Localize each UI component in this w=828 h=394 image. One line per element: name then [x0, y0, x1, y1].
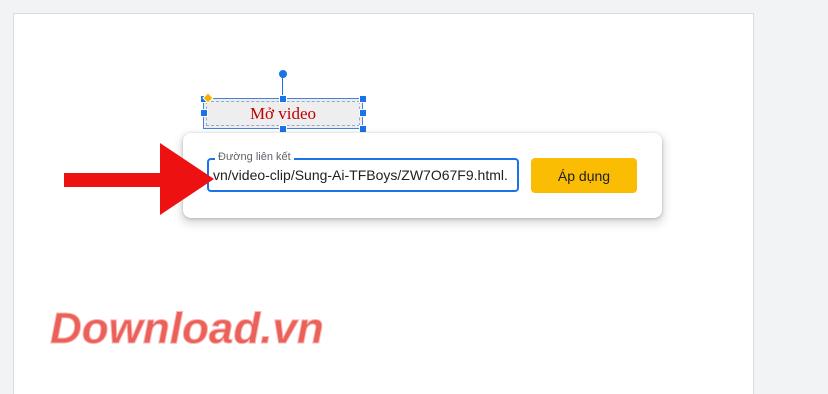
download-vn-watermark: Download.vn	[50, 304, 325, 351]
rotation-connector	[282, 75, 283, 97]
red-arrow-icon	[64, 143, 214, 215]
watermark-text: Download.vn	[50, 304, 324, 350]
resize-handle-bottom-right[interactable]	[359, 125, 367, 133]
resize-handle-left[interactable]	[200, 109, 208, 117]
link-url-input[interactable]	[209, 160, 517, 190]
resize-handle-right[interactable]	[359, 109, 367, 117]
link-field[interactable]	[207, 158, 519, 192]
resize-handle-top[interactable]	[279, 95, 287, 103]
link-popup: Đường liên kết Áp dụng	[183, 133, 662, 218]
resize-handle-top-right[interactable]	[359, 95, 367, 103]
link-field-label: Đường liên kết	[215, 151, 294, 163]
textbox-label: Mở video	[249, 103, 317, 123]
resize-handle-bottom[interactable]	[279, 125, 287, 133]
apply-button[interactable]: Áp dụng	[531, 158, 637, 193]
rotation-handle[interactable]	[279, 70, 287, 78]
